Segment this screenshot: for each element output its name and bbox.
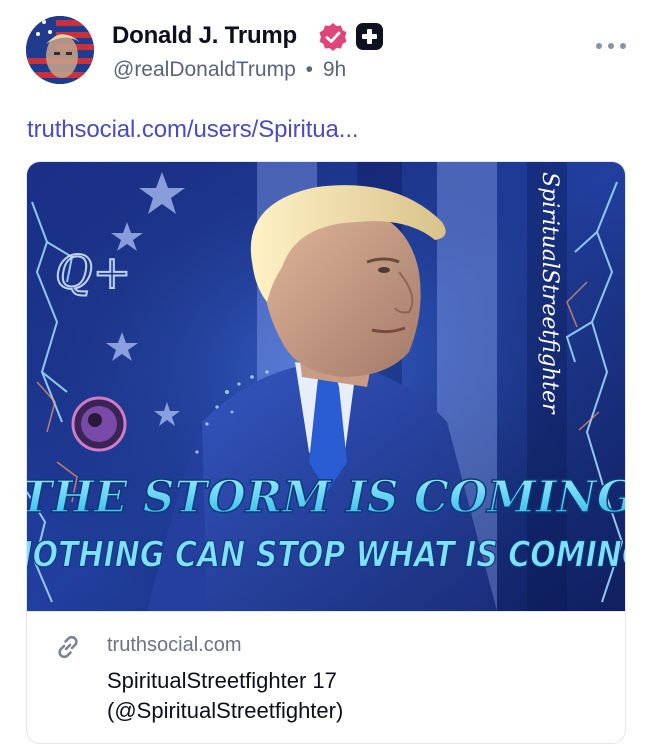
card-title-line2: (@SpiritualStreetfighter) [107,698,344,723]
avatar-image [26,16,94,84]
post-timestamp[interactable]: 9h [323,58,346,81]
link-preview-card[interactable]: Q+ SpiritualStreetfighter THE STORM IS C… [26,161,626,744]
card-title-line1: SpiritualStreetfighter 17 [107,668,337,693]
plus-badge-icon [356,23,383,50]
avatar[interactable] [26,16,94,84]
more-options-icon[interactable] [594,34,628,58]
author-display-name[interactable]: Donald J. Trump [112,22,297,50]
image-headline: THE STORM IS COMING [27,472,626,523]
author-handle[interactable]: @realDonaldTrump [113,58,296,81]
card-footer: truthsocial.com SpiritualStreetfighter 1… [27,611,625,743]
card-domain: truthsocial.com [107,634,242,656]
author-meta: @realDonaldTrump • 9h [113,58,346,82]
verified-badge-icon [319,23,347,51]
card-image: Q+ SpiritualStreetfighter THE STORM IS C… [27,162,626,611]
meta-separator: • [305,58,313,81]
artist-signature: SpiritualStreetfighter [537,172,562,415]
plus-icon [362,29,377,44]
image-subheadline: NOTHING CAN STOP WHAT IS COMING [27,533,626,575]
link-icon [58,635,78,659]
q-plus-mark: Q+ [55,245,131,299]
post-link[interactable]: truthsocial.com/users/Spiritua... [27,116,359,144]
card-title: SpiritualStreetfighter 17 (@SpiritualStr… [107,666,607,726]
truth-post: Donald J. Trump @realDonaldTrump • 9h tr… [0,0,653,750]
